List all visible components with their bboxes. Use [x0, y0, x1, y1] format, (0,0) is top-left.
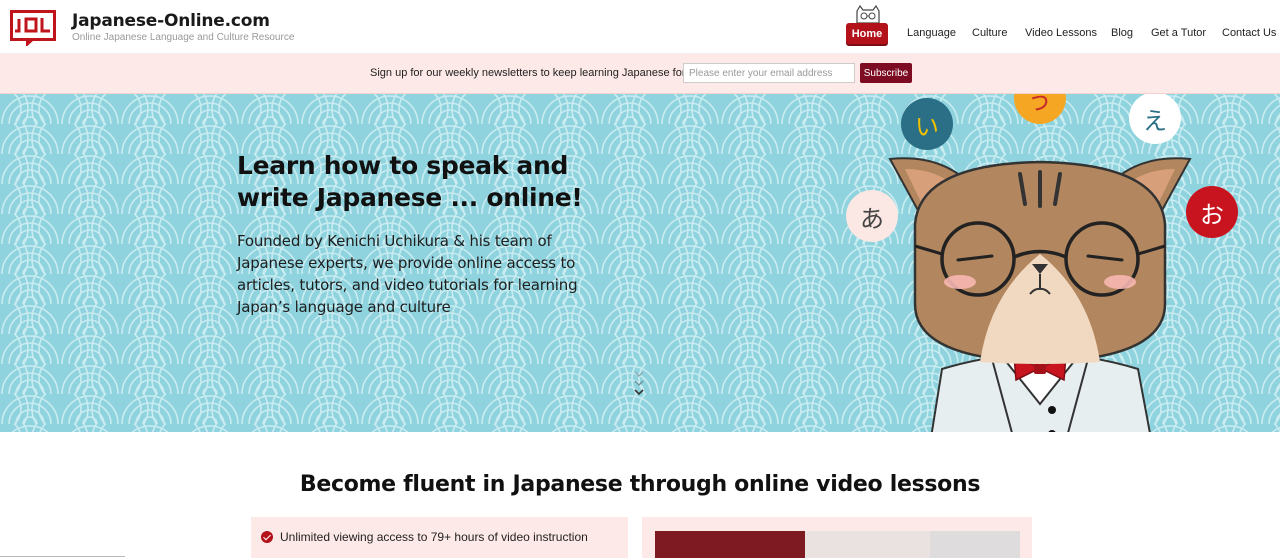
site-title[interactable]: Japanese-Online.com [72, 11, 270, 31]
site-header: Japanese-Online.com Online Japanese Lang… [0, 0, 1280, 54]
kana-i-bubble: い [901, 98, 953, 150]
check-circle-icon [261, 531, 273, 543]
newsletter-email-input[interactable] [683, 63, 855, 83]
divider [0, 556, 125, 557]
video-thumbnail[interactable] [655, 531, 1020, 558]
video-preview-card[interactable] [642, 517, 1032, 558]
cat-mascot-illustration [888, 157, 1192, 432]
site-subtitle: Online Japanese Language and Culture Res… [72, 32, 295, 43]
nav-item-video-lessons[interactable]: Video Lessons [1025, 27, 1097, 39]
nav-item-contact-us[interactable]: Contact Us [1222, 27, 1276, 39]
feature-text: Unlimited viewing access to 79+ hours of… [280, 530, 588, 544]
logo-icon[interactable] [10, 10, 56, 46]
newsletter-text: Sign up for our weekly newsletters to ke… [370, 67, 711, 79]
nav-item-language[interactable]: Language [907, 27, 956, 39]
nav-item-culture[interactable]: Culture [972, 27, 1007, 39]
hero-description: Founded by Kenichi Uchikura & his team o… [237, 232, 578, 316]
hero-title: Learn how to speak and write Japanese ..… [237, 151, 583, 212]
hero-banner: Learn how to speak and write Japanese ..… [0, 94, 1280, 432]
newsletter-bar: Sign up for our weekly newsletters to ke… [0, 54, 1280, 94]
subscribe-button[interactable]: Subscribe [860, 63, 912, 83]
cat-mascot-icon [856, 5, 880, 24]
nav-item-get-a-tutor[interactable]: Get a Tutor [1151, 27, 1206, 39]
kana-e-bubble: え [1129, 94, 1181, 144]
section-title: Become fluent in Japanese through online… [299, 472, 981, 497]
nav-home-button[interactable]: Home [846, 23, 888, 44]
nav-item-blog[interactable]: Blog [1111, 27, 1133, 39]
feature-card: Unlimited viewing access to 79+ hours of… [251, 517, 628, 558]
scroll-down-icon[interactable] [632, 368, 646, 404]
